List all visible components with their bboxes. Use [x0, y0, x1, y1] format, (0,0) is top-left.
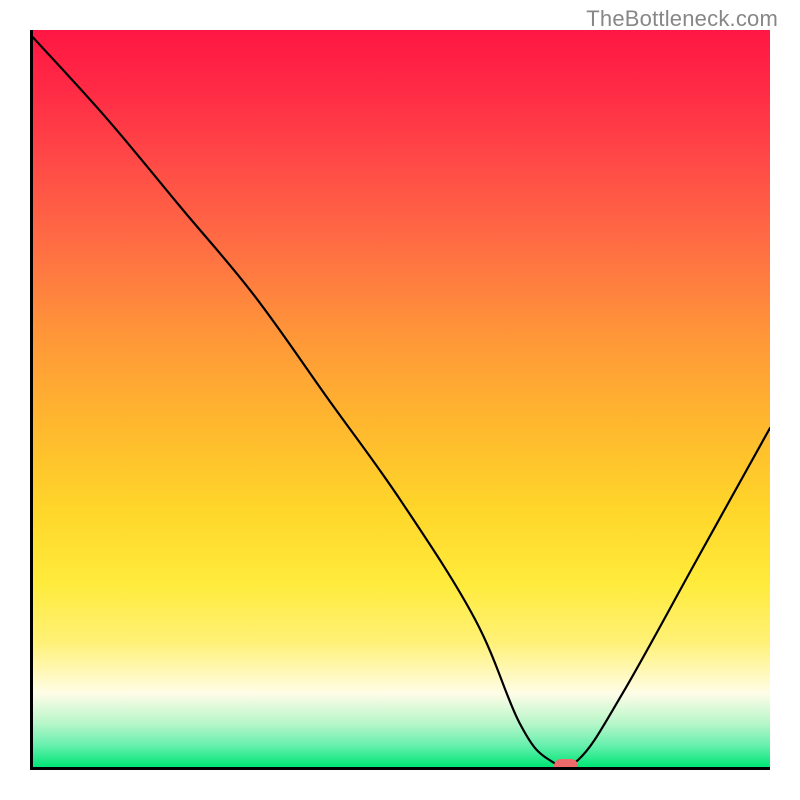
bottleneck-curve — [33, 30, 770, 767]
watermark-text: TheBottleneck.com — [586, 6, 778, 32]
chart-container: TheBottleneck.com — [0, 0, 800, 800]
optimum-marker — [554, 759, 578, 770]
plot-area — [30, 30, 770, 770]
